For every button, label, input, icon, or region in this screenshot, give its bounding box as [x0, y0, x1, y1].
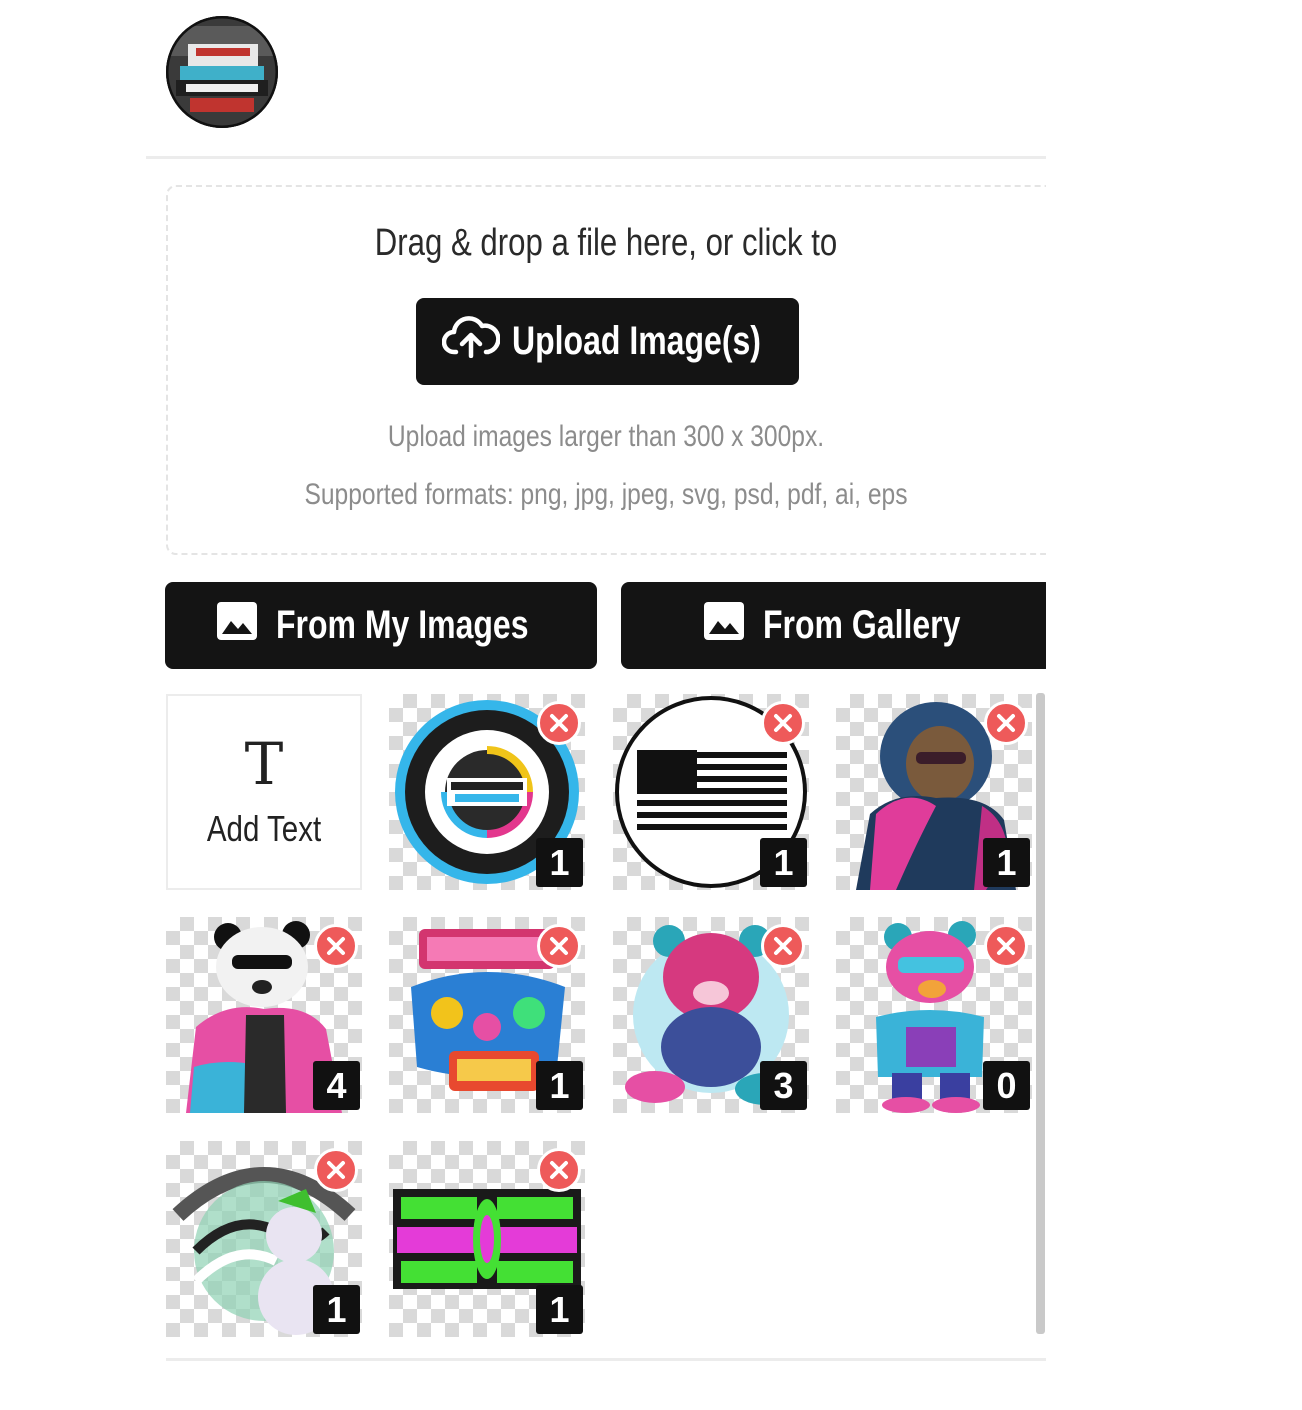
remove-image-button[interactable] — [537, 701, 581, 745]
usage-count-badge: 1 — [313, 1285, 360, 1334]
dropzone-text: Drag & drop a file here, or click to — [374, 222, 838, 264]
from-gallery-label: From Gallery — [762, 603, 961, 647]
usage-count-badge: 1 — [536, 1061, 583, 1110]
image-tile-printing-united[interactable]: 1 — [389, 694, 585, 890]
image-tile-american-flag[interactable]: 1 — [613, 694, 809, 890]
brand-logo — [166, 16, 278, 128]
image-tile-game-over[interactable]: 1 — [389, 917, 585, 1113]
remove-image-button[interactable] — [537, 1148, 581, 1192]
bottom-divider — [166, 1358, 1046, 1361]
from-my-images-label: From My Images — [275, 603, 529, 647]
usage-count-badge: 1 — [983, 838, 1030, 887]
image-tile-teddy-sunglasses[interactable]: 0 — [836, 917, 1032, 1113]
usage-count-badge: 1 — [536, 1285, 583, 1334]
remove-image-button[interactable] — [984, 701, 1028, 745]
image-tile-snowman[interactable]: 1 — [166, 1141, 362, 1337]
image-tile-neon-lion[interactable]: 1 — [836, 694, 1032, 890]
remove-image-button[interactable] — [761, 701, 805, 745]
add-text-tile[interactable]: T Add Text — [166, 694, 362, 890]
upload-button-label: Upload Image(s) — [511, 319, 761, 363]
from-gallery-button[interactable]: From Gallery — [621, 582, 1053, 669]
remove-image-button[interactable] — [314, 1148, 358, 1192]
grid-scrollbar[interactable] — [1036, 693, 1045, 1334]
remove-image-button[interactable] — [537, 924, 581, 968]
cloud-upload-icon — [441, 315, 501, 368]
image-icon — [703, 601, 745, 651]
remove-image-button[interactable] — [314, 924, 358, 968]
usage-count-badge: 3 — [760, 1061, 807, 1110]
text-icon: T — [244, 730, 284, 798]
usage-count-badge: 4 — [313, 1061, 360, 1110]
image-tile-teddy-sitting[interactable]: 3 — [613, 917, 809, 1113]
remove-image-button[interactable] — [761, 924, 805, 968]
image-icon — [216, 601, 258, 651]
panel-edge — [1046, 150, 1302, 1410]
image-tile-beetlejuice[interactable]: 1 — [389, 1141, 585, 1337]
formats-hint: Supported formats: png, jpg, jpeg, svg, … — [304, 478, 908, 511]
from-my-images-button[interactable]: From My Images — [165, 582, 597, 669]
upload-images-button[interactable]: Upload Image(s) — [416, 298, 799, 385]
top-divider — [146, 156, 1046, 159]
usage-count-badge: 1 — [536, 838, 583, 887]
add-text-label: Add Text — [206, 808, 322, 849]
usage-count-badge: 1 — [760, 838, 807, 887]
usage-count-badge: 0 — [983, 1061, 1030, 1110]
image-tile-neon-panda[interactable]: 4 — [166, 917, 362, 1113]
size-hint: Upload images larger than 300 x 300px. — [387, 420, 825, 453]
remove-image-button[interactable] — [984, 924, 1028, 968]
